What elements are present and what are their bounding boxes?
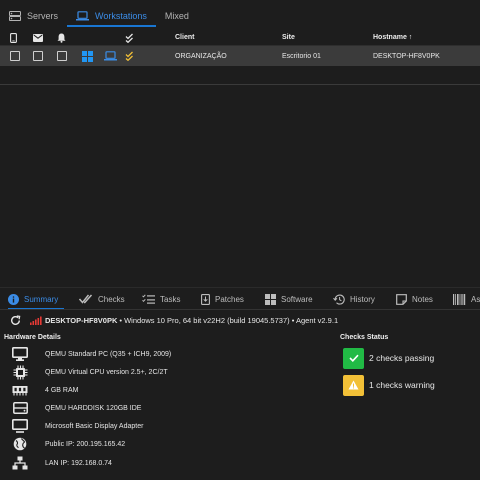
row-checkbox-mobile[interactable] <box>10 51 20 61</box>
table-divider <box>0 84 480 85</box>
agent-hostname: DESKTOP-HF8V0PK <box>45 315 118 325</box>
note-icon <box>396 293 407 305</box>
hw-item-disk: QEMU HARDDISK 120GB IDE <box>10 399 141 417</box>
hw-item-lan-ip: LAN IP: 192.168.0.74 <box>10 454 112 472</box>
hw-item-lan-ip-text: LAN IP: 192.168.0.74 <box>45 459 112 467</box>
tab-software-label: Software <box>281 294 313 304</box>
patch-icon <box>201 293 210 305</box>
network-icon <box>10 456 30 470</box>
tab-tasks-label: Tasks <box>160 294 181 304</box>
hw-item-system: QEMU Standard PC (Q35 + ICH9, 2009) <box>10 345 171 363</box>
tab-history-label: History <box>350 294 375 304</box>
hw-item-memory-text: 4 GB RAM <box>45 386 79 394</box>
column-client[interactable]: Client <box>175 34 194 41</box>
hardware-details-title: Hardware Details <box>4 334 61 341</box>
hw-item-cpu: QEMU Virtual CPU version 2.5+, 2C/2T <box>10 363 168 381</box>
mobile-icon[interactable] <box>10 32 17 43</box>
memory-icon <box>10 385 30 396</box>
barcode-icon <box>453 293 466 305</box>
column-site[interactable]: Site <box>282 34 295 41</box>
info-icon <box>8 293 19 305</box>
refresh-icon[interactable] <box>10 314 21 326</box>
laptop-icon <box>76 11 90 21</box>
cell-client: ORGANIZAÇÃO <box>175 52 227 60</box>
task-list-icon <box>142 294 155 304</box>
checks-warning-text: 1 checks warning <box>369 380 435 390</box>
check-mark-icon <box>343 347 364 369</box>
laptop-icon <box>104 51 117 61</box>
agents-table: Client Site Hostname ↑ ORGANIZAÇÃO Escri… <box>0 30 480 66</box>
checks-passing[interactable]: 2 checks passing <box>343 347 434 369</box>
tab-mixed[interactable]: Mixed <box>156 0 198 32</box>
double-check-icon <box>79 294 93 304</box>
windows-icon <box>82 50 93 62</box>
table-header: Client Site Hostname ↑ <box>0 30 480 46</box>
cell-hostname: DESKTOP-HF8V0PK <box>373 52 440 60</box>
hw-item-public-ip: Public IP: 200.195.165.42 <box>10 435 125 453</box>
tab-summary-label: Summary <box>24 294 59 304</box>
row-checkbox-alert[interactable] <box>57 51 67 61</box>
tab-patches[interactable]: Patches <box>201 288 244 310</box>
cell-site: Escritorio 01 <box>282 52 321 60</box>
checks-passing-text: 2 checks passing <box>369 353 435 363</box>
tab-software[interactable]: Software <box>265 288 313 310</box>
agent-summary-line: DESKTOP-HF8V0PK • Windows 10 Pro, 64 bit… <box>10 312 338 328</box>
checks-warning-icon <box>125 51 135 61</box>
tab-mixed-label: Mixed <box>164 11 189 21</box>
hw-item-memory: 4 GB RAM <box>10 381 78 399</box>
server-icon <box>9 11 21 21</box>
table-row[interactable]: ORGANIZAÇÃO Escritorio 01 DESKTOP-HF8V0P… <box>0 46 480 66</box>
hw-item-disk-text: QEMU HARDDISK 120GB IDE <box>45 404 142 412</box>
hw-item-cpu-text: QEMU Virtual CPU version 2.5+, 2C/2T <box>45 368 168 376</box>
column-hostname[interactable]: Hostname ↑ <box>373 34 412 41</box>
tab-servers-label: Servers <box>27 11 59 21</box>
tabs-divider <box>0 309 480 310</box>
tab-history[interactable]: History <box>333 288 375 310</box>
globe-icon <box>10 437 30 451</box>
disk-icon <box>10 402 30 414</box>
hw-item-display-text: Microsoft Basic Display Adapter <box>45 422 144 430</box>
signal-icon <box>30 316 42 325</box>
monitor-icon <box>10 347 30 361</box>
checks-warning[interactable]: 1 checks warning <box>343 374 435 396</box>
row-checkbox-mail[interactable] <box>33 51 43 61</box>
tab-patches-label: Patches <box>215 294 244 304</box>
tab-assets[interactable]: As <box>453 288 480 310</box>
history-icon <box>333 293 345 305</box>
bell-icon[interactable] <box>57 33 66 43</box>
hw-item-system-text: QEMU Standard PC (Q35 + ICH9, 2009) <box>45 350 172 358</box>
warning-icon <box>343 374 364 396</box>
display-icon <box>10 419 30 433</box>
agent-detail-tabs: Summary Checks Tasks Patches Software Hi… <box>0 287 480 310</box>
tab-assets-label: As <box>471 294 480 304</box>
tab-workstations[interactable]: Workstations <box>67 0 156 32</box>
checks-header-icon[interactable] <box>125 33 135 43</box>
cpu-icon <box>10 365 30 380</box>
windows-icon <box>265 293 276 305</box>
tab-notes[interactable]: Notes <box>396 288 433 310</box>
tab-checks-label: Checks <box>98 294 125 304</box>
checks-status-title: Checks Status <box>340 334 389 341</box>
tab-workstations-label: Workstations <box>95 11 147 21</box>
view-tabs: Servers Workstations Mixed <box>0 0 480 32</box>
tab-servers[interactable]: Servers <box>0 0 67 32</box>
agent-os-details: • Windows 10 Pro, 64 bit v22H2 (build 19… <box>119 315 339 325</box>
tab-checks[interactable]: Checks <box>79 288 125 310</box>
tab-summary[interactable]: Summary <box>8 288 65 310</box>
hw-item-display: Microsoft Basic Display Adapter <box>10 417 143 435</box>
tab-tasks[interactable]: Tasks <box>142 288 180 310</box>
mail-icon[interactable] <box>33 33 43 42</box>
tab-notes-label: Notes <box>412 294 433 304</box>
hw-item-public-ip-text: Public IP: 200.195.165.42 <box>45 440 126 448</box>
